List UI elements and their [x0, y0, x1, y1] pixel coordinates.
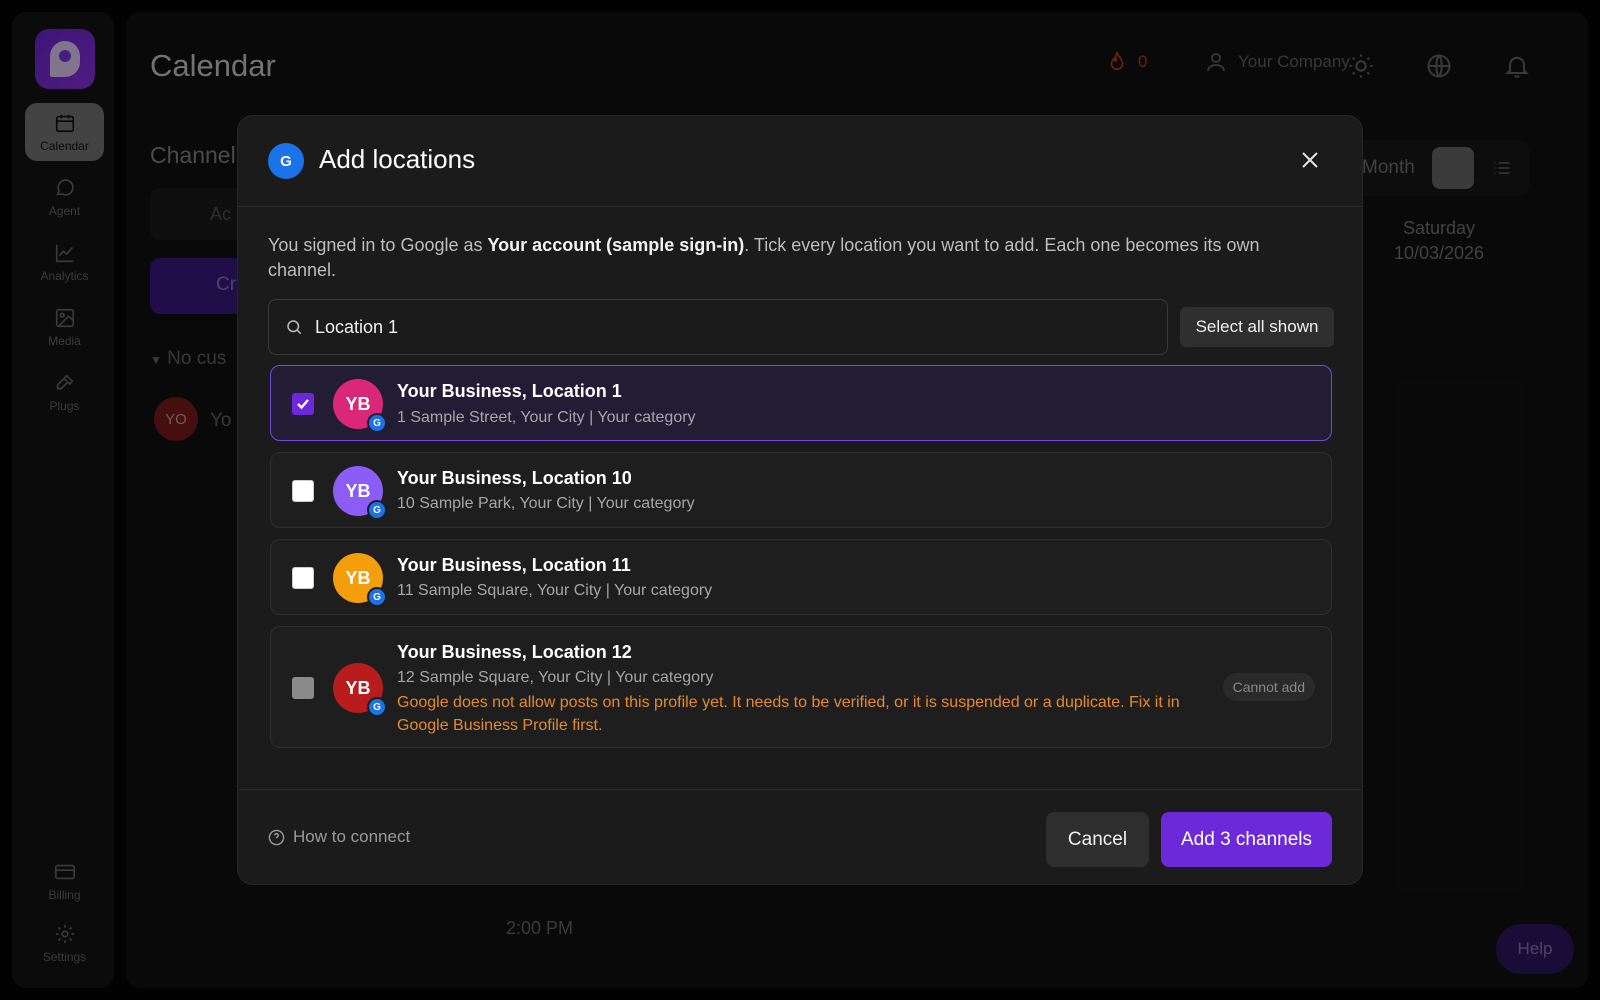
dialog-header: G Add locations: [238, 116, 1362, 207]
google-small-icon: G: [367, 697, 387, 717]
location-name: Your Business, Location 11: [397, 555, 631, 575]
how-to-connect-label: How to connect: [293, 827, 411, 846]
add-locations-dialog: G Add locations You signed in to Google …: [237, 115, 1363, 885]
google-badge-letter: G: [280, 152, 292, 170]
avatar-initials: YB: [345, 677, 371, 698]
location-address: 12 Sample Square, Your City | Your categ…: [397, 669, 714, 686]
location-name: Your Business, Location 1: [397, 381, 622, 401]
intro-account: Your account (sample sign-in): [487, 235, 745, 255]
location-avatar: YB G: [333, 466, 387, 520]
search-input[interactable]: [315, 316, 1135, 338]
location-address: 11 Sample Square, Your City | Your categ…: [397, 582, 713, 599]
location-avatar: YB G: [333, 663, 387, 717]
add-channels-button[interactable]: Add 3 channels: [1161, 812, 1332, 867]
add-channels-label: Add 3 channels: [1181, 828, 1312, 850]
location-search[interactable]: [268, 299, 1168, 355]
avatar-initials: YB: [345, 480, 371, 501]
status-badge: Cannot add: [1222, 673, 1315, 701]
location-name: Your Business, Location 12: [397, 642, 632, 662]
avatar-initials: YB: [345, 567, 371, 588]
google-small-icon: G: [367, 587, 387, 607]
location-row[interactable]: YB G Your Business, Location 11 11 Sampl…: [270, 539, 1332, 615]
search-icon: [287, 320, 302, 335]
location-checkbox[interactable]: [292, 567, 314, 589]
dialog-intro: You signed in to Google as Your account …: [268, 233, 1318, 283]
avatar-initials: YB: [345, 393, 371, 414]
location-row[interactable]: YB G Your Business, Location 1 1 Sample …: [270, 365, 1332, 441]
location-address: 1 Sample Street, Your City | Your catego…: [397, 409, 696, 426]
select-all-label: Select all shown: [1195, 317, 1319, 336]
location-checkbox-disabled: [292, 677, 314, 699]
google-small-icon: G: [367, 413, 387, 433]
dialog-footer: How to connect Cancel Add 3 channels: [238, 789, 1362, 884]
google-icon: G: [268, 143, 304, 179]
location-address: 10 Sample Park, Your City | Your categor…: [397, 495, 695, 512]
location-avatar: YB G: [333, 379, 387, 433]
location-checkbox[interactable]: [292, 393, 314, 415]
select-all-button[interactable]: Select all shown: [1180, 307, 1334, 347]
intro-text: You signed in to Google as: [268, 235, 488, 255]
location-avatar: YB G: [333, 553, 387, 607]
location-row[interactable]: YB G Your Business, Location 10 10 Sampl…: [270, 452, 1332, 528]
close-icon: [1302, 152, 1318, 168]
google-small-icon: G: [367, 500, 387, 520]
dialog-title: Add locations: [319, 144, 476, 174]
cancel-label: Cancel: [1067, 828, 1128, 850]
how-to-connect-link[interactable]: How to connect: [268, 827, 410, 847]
location-checkbox[interactable]: [292, 480, 314, 502]
checkmark-icon: [297, 399, 309, 410]
cancel-button[interactable]: Cancel: [1046, 812, 1149, 867]
location-name: Your Business, Location 10: [397, 468, 632, 488]
location-warning: Google does not allow posts on this prof…: [397, 694, 1180, 734]
close-button[interactable]: [1296, 146, 1324, 174]
question-circle-icon: [268, 829, 285, 845]
location-row-disabled: YB G Your Business, Location 12 12 Sampl…: [270, 626, 1332, 748]
